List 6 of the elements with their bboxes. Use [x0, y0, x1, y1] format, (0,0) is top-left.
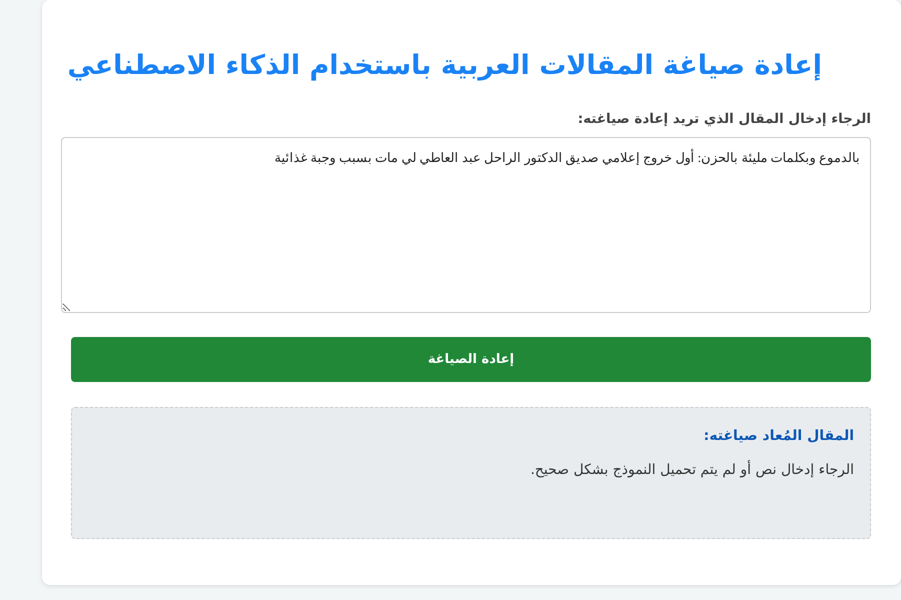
- result-text: الرجاء إدخال نص أو لم يتم تحميل النموذج بشكل صحيح.: [530, 462, 854, 478]
- article-input-field[interactable]: بالدموع وبكلمات مليئة بالحزن: أول خروج إعلامي صديق الدكتور الراحل عبد العاطي لي مات بسبب وجبة غذائية: [61, 137, 871, 313]
- rephrase-button[interactable]: إعادة الصياغة: [71, 337, 871, 382]
- page-title: إعادة صياغة المقالات العربية باستخدام الذكاء الاصطناعي: [66, 50, 822, 81]
- result-heading: المقال المُعاد صياغته:: [704, 428, 854, 444]
- input-label: الرجاء إدخال المقال الذي تريد إعادة صياغته:: [578, 111, 871, 127]
